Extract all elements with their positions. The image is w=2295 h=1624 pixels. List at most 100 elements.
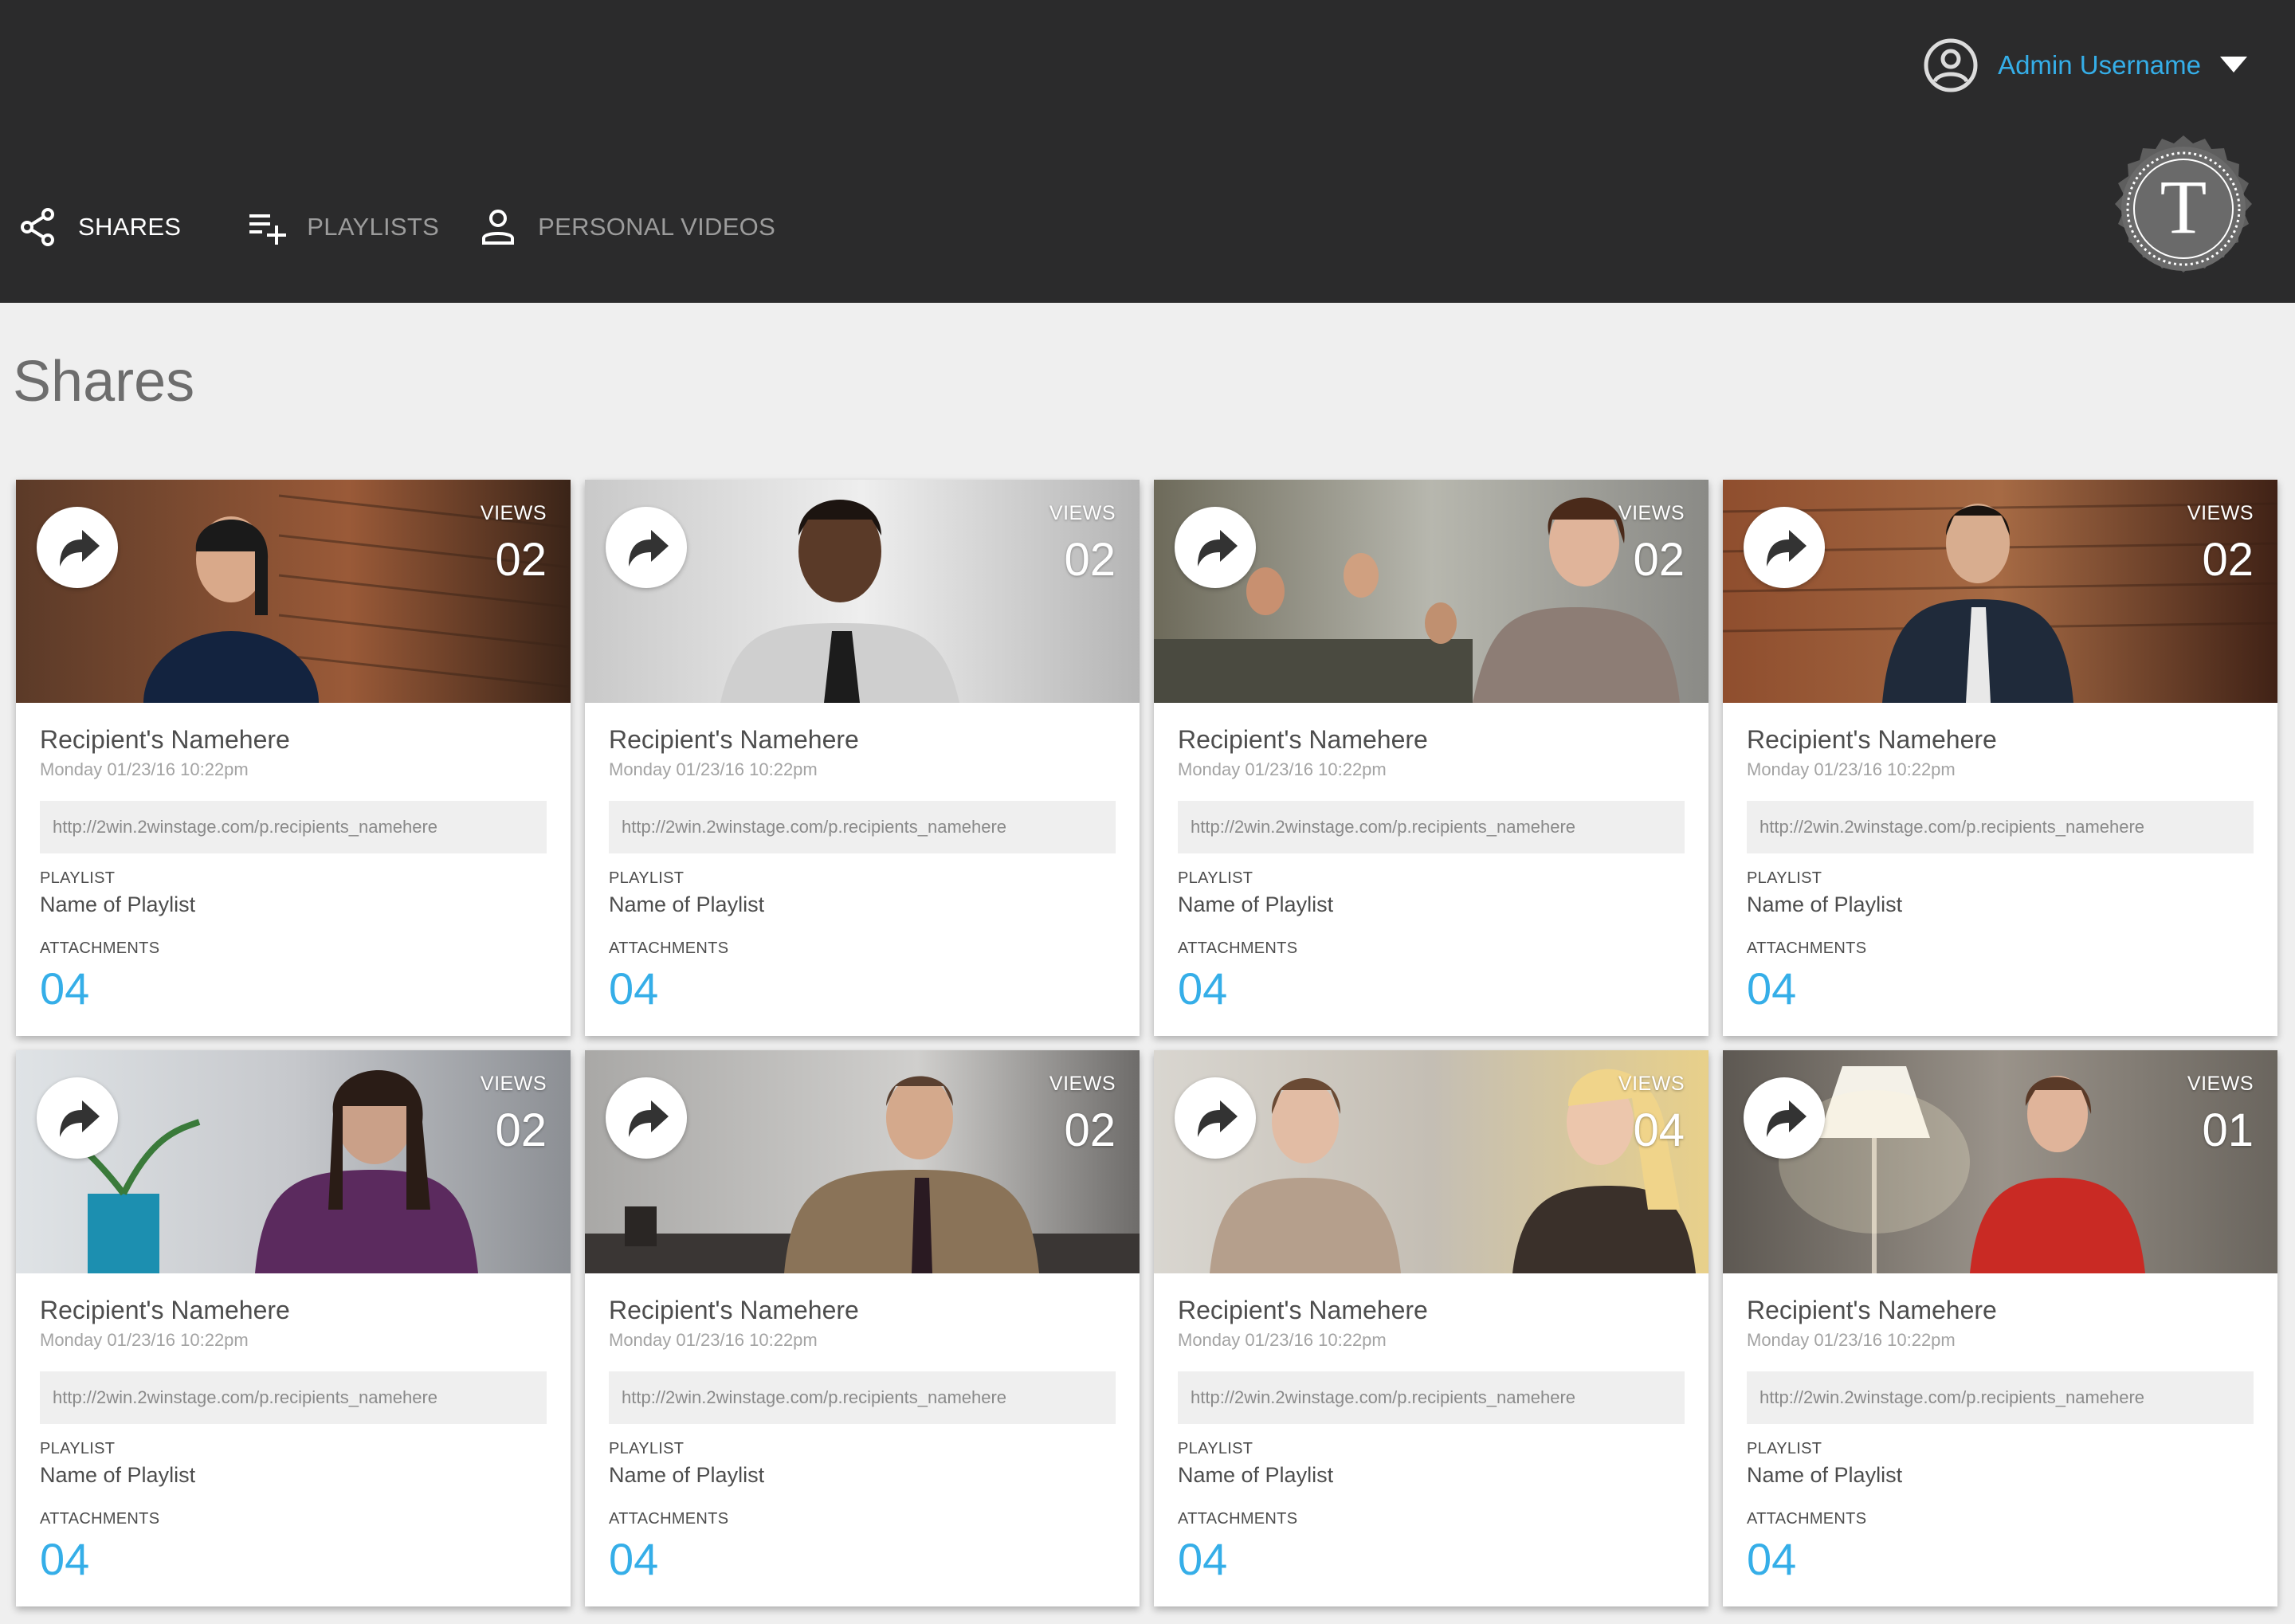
forward-arrow-icon <box>1767 530 1807 567</box>
views-count: 02 <box>495 534 547 586</box>
views-count: 02 <box>1064 534 1116 586</box>
share-card[interactable]: VIEWS 02 Recipient's Namehere Monday 01/… <box>16 1050 571 1606</box>
playlist-label: PLAYLIST <box>1178 1440 1253 1457</box>
views-counter: VIEWS 02 <box>1049 1073 1116 1157</box>
recipient-name: Recipient's Namehere <box>1178 1296 1428 1324</box>
username-link[interactable]: Admin Username <box>1998 50 2201 80</box>
shares-grid: VIEWS 02 Recipient's Namehere Monday 01/… <box>16 480 2277 1606</box>
recipient-name: Recipient's Namehere <box>1747 1296 1997 1324</box>
playlist-name: Name of Playlist <box>1747 1463 1903 1487</box>
attachments-count: 04 <box>609 963 659 1014</box>
views-label: VIEWS <box>480 1073 547 1095</box>
attachments-label: ATTACHMENTS <box>609 939 729 957</box>
share-url-field[interactable]: http://2win.2winstage.com/p.recipients_n… <box>1747 801 2254 853</box>
recipient-photo: VIEWS 04 <box>1154 1050 1708 1273</box>
views-label: VIEWS <box>480 502 547 524</box>
views-count: 02 <box>495 1104 547 1156</box>
playlist-name: Name of Playlist <box>1178 892 1334 916</box>
nav-personal-videos[interactable]: PERSONAL VIDEOS <box>477 206 775 248</box>
playlist-label: PLAYLIST <box>40 1440 116 1457</box>
recipient-photo: VIEWS 01 <box>1723 1050 2277 1273</box>
playlist-name: Name of Playlist <box>1747 892 1903 916</box>
share-date: Monday 01/23/16 10:22pm <box>1178 759 1387 779</box>
nav-shares[interactable]: SHARES <box>18 206 181 248</box>
attachments-count: 04 <box>40 963 90 1014</box>
share-card[interactable]: VIEWS 02 Recipient's Namehere Monday 01/… <box>1154 480 1708 1036</box>
forward-arrow-icon <box>60 1100 100 1137</box>
share-date: Monday 01/23/16 10:22pm <box>609 759 818 779</box>
forward-arrow-icon <box>60 530 100 567</box>
share-action-button[interactable] <box>1744 507 1825 588</box>
attachments-count: 04 <box>609 1534 659 1584</box>
views-count: 01 <box>2202 1104 2254 1156</box>
share-card[interactable]: VIEWS 01 Recipient's Namehere Monday 01/… <box>1723 1050 2277 1606</box>
share-card[interactable]: VIEWS 04 Recipient's Namehere Monday 01/… <box>1154 1050 1708 1606</box>
recipient-name: Recipient's Namehere <box>1747 725 1997 754</box>
account-circle-icon[interactable] <box>1923 37 1979 93</box>
nav-label: PERSONAL VIDEOS <box>538 213 776 241</box>
recipient-name: Recipient's Namehere <box>40 725 290 754</box>
views-count: 02 <box>1064 1104 1116 1156</box>
share-action-button[interactable] <box>1175 1077 1256 1159</box>
views-counter: VIEWS 02 <box>1049 502 1116 586</box>
chevron-down-icon[interactable] <box>2220 57 2247 74</box>
views-count: 04 <box>1633 1104 1685 1156</box>
share-action-button[interactable] <box>37 1077 118 1159</box>
share-icon <box>21 208 54 246</box>
recipient-photo: VIEWS 02 <box>585 1050 1140 1273</box>
share-action-button[interactable] <box>1175 507 1256 588</box>
attachments-label: ATTACHMENTS <box>1178 1510 1298 1528</box>
share-date: Monday 01/23/16 10:22pm <box>1747 759 1956 779</box>
recipient-photo: VIEWS 02 <box>1154 480 1708 703</box>
forward-arrow-icon <box>629 1100 669 1137</box>
playlist-label: PLAYLIST <box>609 1440 685 1457</box>
views-label: VIEWS <box>2187 502 2254 524</box>
share-card[interactable]: VIEWS 02 Recipient's Namehere Monday 01/… <box>585 1050 1140 1606</box>
share-action-button[interactable] <box>606 507 687 588</box>
svg-text:T: T <box>2160 164 2207 249</box>
recipient-name: Recipient's Namehere <box>609 1296 859 1324</box>
top-header: Admin Username T SHARES PLAYLISTS PERSON… <box>0 0 2295 303</box>
share-url-field[interactable]: http://2win.2winstage.com/p.recipients_n… <box>609 1371 1116 1424</box>
share-url-field[interactable]: http://2win.2winstage.com/p.recipients_n… <box>1178 1371 1685 1424</box>
share-card[interactable]: VIEWS 02 Recipient's Namehere Monday 01/… <box>1723 480 2277 1036</box>
share-action-button[interactable] <box>1744 1077 1825 1159</box>
attachments-count: 04 <box>1747 1534 1797 1584</box>
playlist-label: PLAYLIST <box>1178 869 1253 887</box>
share-url-field[interactable]: http://2win.2winstage.com/p.recipients_n… <box>609 801 1116 853</box>
share-date: Monday 01/23/16 10:22pm <box>1747 1330 1956 1350</box>
share-url-field[interactable]: http://2win.2winstage.com/p.recipients_n… <box>40 1371 547 1424</box>
views-label: VIEWS <box>1049 1073 1116 1095</box>
recipient-name: Recipient's Namehere <box>1178 725 1428 754</box>
views-label: VIEWS <box>1049 502 1116 524</box>
share-card[interactable]: VIEWS 02 Recipient's Namehere Monday 01/… <box>585 480 1140 1036</box>
user-menu[interactable]: Admin Username <box>1923 37 2247 94</box>
views-label: VIEWS <box>2187 1073 2254 1095</box>
attachments-count: 04 <box>1747 963 1797 1014</box>
share-card[interactable]: VIEWS 02 Recipient's Namehere Monday 01/… <box>16 480 571 1036</box>
playlist-name: Name of Playlist <box>609 892 765 916</box>
forward-arrow-icon <box>1198 530 1238 567</box>
views-label: VIEWS <box>1618 1073 1685 1095</box>
attachments-count: 04 <box>1178 1534 1228 1584</box>
views-counter: VIEWS 02 <box>481 502 547 586</box>
playlist-label: PLAYLIST <box>40 869 116 887</box>
share-url-field[interactable]: http://2win.2winstage.com/p.recipients_n… <box>40 801 547 853</box>
share-url-field[interactable]: http://2win.2winstage.com/p.recipients_n… <box>1747 1371 2254 1424</box>
playlist-label: PLAYLIST <box>1747 869 1822 887</box>
page-title: Shares <box>13 350 195 414</box>
attachments-count: 04 <box>40 1534 90 1584</box>
share-url-field[interactable]: http://2win.2winstage.com/p.recipients_n… <box>1178 801 1685 853</box>
nav-playlists[interactable]: PLAYLISTS <box>246 206 439 248</box>
recipient-photo: VIEWS 02 <box>16 480 571 703</box>
playlist-name: Name of Playlist <box>40 892 196 916</box>
main-nav: SHARES PLAYLISTS PERSONAL VIDEOS <box>18 199 775 255</box>
person-icon <box>482 210 515 245</box>
views-count: 02 <box>2202 534 2254 586</box>
attachments-label: ATTACHMENTS <box>40 1510 160 1528</box>
attachments-label: ATTACHMENTS <box>1747 1510 1867 1528</box>
share-date: Monday 01/23/16 10:22pm <box>609 1330 818 1350</box>
share-date: Monday 01/23/16 10:22pm <box>1178 1330 1387 1350</box>
share-action-button[interactable] <box>606 1077 687 1159</box>
share-action-button[interactable] <box>37 507 118 588</box>
